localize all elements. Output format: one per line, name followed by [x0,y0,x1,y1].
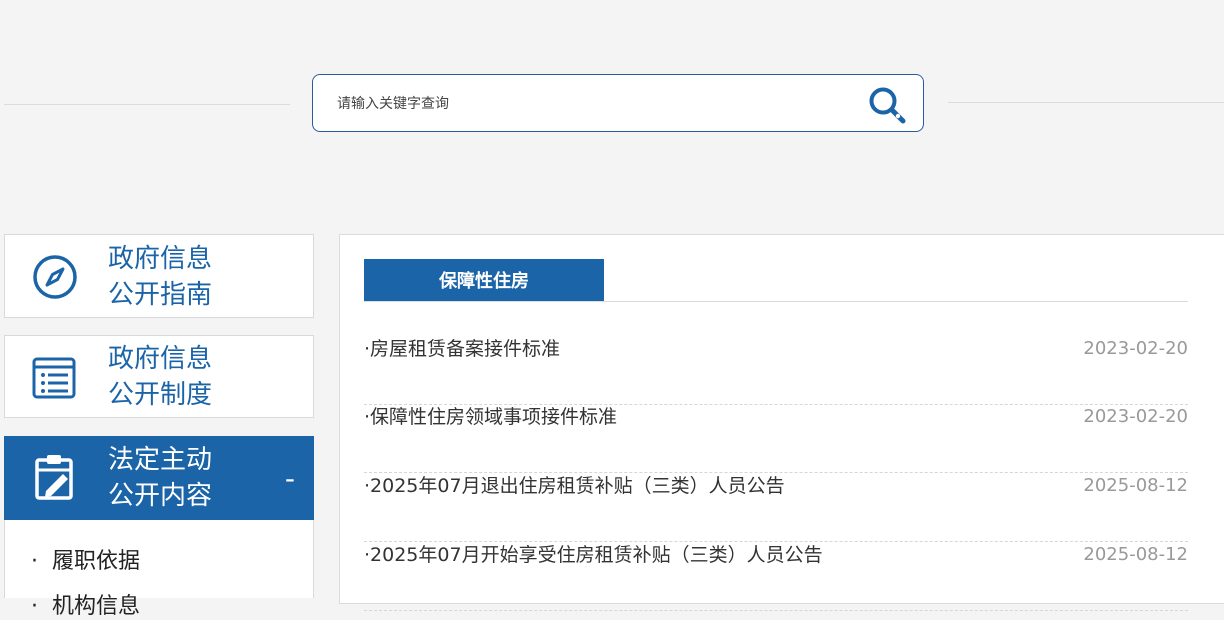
tab-affordable-housing[interactable]: 保障性住房 [364,259,604,301]
divider-right [948,102,1224,103]
list-item-date: 2023-02-20 [1083,338,1188,359]
list-item: ·保障性住房领域事项接件标准 2023-02-20 [364,405,1188,473]
search-box[interactable] [312,74,924,132]
search-input[interactable] [337,92,837,116]
compass-icon [29,251,81,307]
submenu-item[interactable]: · 机构信息 [31,588,140,620]
divider-left [4,104,290,105]
list-item-title[interactable]: ·2025年07月退出住房租赁补贴（三类）人员公告 [364,474,785,498]
menu-item-disclosure-system[interactable]: 政府信息 公开制度 [4,335,314,418]
collapse-toggle[interactable]: - [285,465,295,493]
menu-item-disclosure-guide[interactable]: 政府信息 公开指南 [4,234,314,318]
list-icon [29,352,81,408]
list-item-title[interactable]: ·保障性住房领域事项接件标准 [364,405,617,429]
list-item: ·2025年07月开始享受住房租赁补贴（三类）人员公告 2025-08-12 [364,543,1188,611]
list-item-date: 2025-08-12 [1083,544,1188,565]
menu-item-label: 法定主动 公开内容 [108,445,213,511]
menu-item-label: 政府信息 公开制度 [108,344,213,410]
list-item-date: 2025-08-12 [1083,475,1188,496]
list-item-title[interactable]: ·房屋租赁备案接件标准 [364,337,560,361]
clipboard-edit-icon [29,451,81,507]
submenu-item-label: 履职依据 [52,549,141,574]
submenu-item[interactable]: · 履职依据 [31,543,140,575]
tab-underline [364,301,1188,302]
content-panel: 保障性住房 ·房屋租赁备案接件标准 2023-02-20 ·保障性住房领域事项接… [339,234,1224,611]
search-icon[interactable] [865,83,909,127]
menu-item-statutory-disclosure[interactable]: 法定主动 公开内容 - [4,436,314,520]
submenu: · 履职依据 · 机构信息 [4,520,314,619]
list-item: ·房屋租赁备案接件标准 2023-02-20 [364,337,1188,405]
list-item-title[interactable]: ·2025年07月开始享受住房租赁补贴（三类）人员公告 [364,543,823,567]
list-item: ·2025年07月退出住房租赁补贴（三类）人员公告 2025-08-12 [364,474,1188,542]
menu-item-label: 政府信息 公开指南 [108,244,213,310]
list-item-date: 2023-02-20 [1083,406,1188,427]
bullet: · [31,549,38,574]
